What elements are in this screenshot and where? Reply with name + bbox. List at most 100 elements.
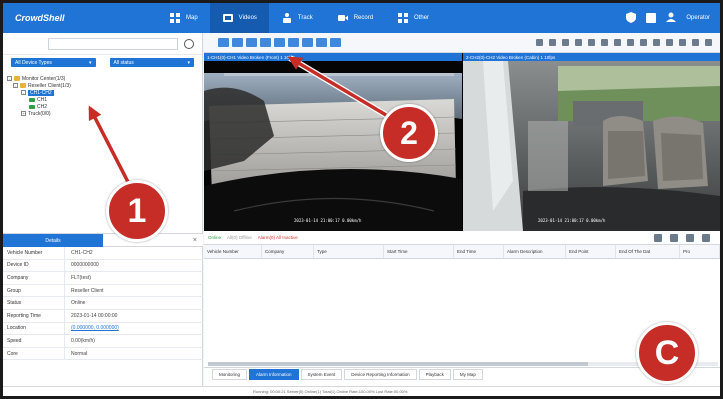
volume-icon[interactable] [562,39,569,46]
nav-item-other[interactable]: Other [385,3,441,33]
snapshot-icon[interactable] [575,39,582,46]
monitor-icon[interactable] [614,39,621,46]
detail-row: Reporting Time 2023-01-14 00:00:00 [3,309,203,323]
nav-label-other: Other [414,15,430,21]
filter-alarm[interactable]: Alarm(0) All Inactive [258,235,298,240]
tree-node-label: Monitor Center(1/3) [22,75,66,82]
nav-item-track[interactable]: Track [269,3,325,33]
layout-13-icon[interactable] [302,38,313,47]
tree-node-vehicle[interactable]: - CH1-CH2 [7,89,202,96]
column-header[interactable]: Company [262,245,314,258]
nav-item-record[interactable]: Record [325,3,385,33]
search-icon[interactable] [184,38,194,49]
column-header[interactable]: Vehicle Number [204,245,262,258]
tree-node-reseller-client[interactable]: - Reseller Client(1/3) [7,82,202,89]
detail-key: Status [3,297,65,309]
play-icon[interactable] [536,39,543,46]
layout-custom-icon[interactable] [330,38,341,47]
scrollbar-thumb[interactable] [208,362,588,366]
status-dropdown-label: All status [113,59,134,66]
device-type-dropdown[interactable]: All Device Types ▾ [11,58,96,67]
layout-16-icon[interactable] [316,38,327,47]
tab-monitoring[interactable]: Monitoring [212,369,248,380]
refresh-icon[interactable] [640,39,647,46]
device-panel: All Device Types ▾ All status ▾ - Monito… [3,33,203,396]
minimize-icon[interactable] [702,233,710,242]
tab-device-reporting[interactable]: Device Reporting Information [344,369,417,380]
nav-item-map[interactable]: Map [157,3,210,33]
tree-node-label: Reseller Client(1/3) [28,82,71,89]
video-pane-title: 1-CH1(0)-CH1 Video Broken (Front) 1 10fp… [204,53,462,61]
column-header[interactable]: Pro [680,245,720,258]
tree-node-channel-2[interactable]: CH2 [7,103,202,110]
export-icon[interactable] [654,233,662,242]
video-pane-front[interactable]: 1-CH1(0)-CH1 Video Broken (Front) 1 10fp… [204,53,462,231]
list-icon[interactable] [679,39,686,46]
detail-key: Group [3,284,65,297]
fullscreen-icon[interactable] [705,39,712,46]
tab-alarm-information[interactable]: Alarm Information [249,369,299,380]
filter-online[interactable]: Online [208,235,221,240]
details-table: Vehicle Number CH1-CH2 Device ID 000000000… [3,247,203,361]
video-timestamp: 2023-01-14 21:00:17 0.00km/h [294,218,362,223]
maximize-icon[interactable] [686,233,694,242]
tree-node-label: CH2 [37,103,48,110]
star-icon[interactable] [692,39,699,46]
alarm-table-body [204,259,720,367]
talk-icon[interactable] [601,39,608,46]
detail-row: Vehicle Number CH1-CH2 [3,247,203,260]
layout-10-icon[interactable] [288,38,299,47]
horizontal-scrollbar[interactable] [208,362,718,366]
nav-item-videos[interactable]: Videos [209,3,269,33]
collapse-icon[interactable]: - [7,76,12,81]
tree-node-channel-1[interactable]: CH1 [7,96,202,103]
record-icon[interactable] [588,39,595,46]
status-dropdown[interactable]: All status ▾ [109,58,194,67]
layout-1-icon[interactable] [218,38,229,47]
stop-icon[interactable] [549,39,556,46]
layout-8-icon[interactable] [260,38,271,47]
collapse-icon[interactable]: - [21,90,26,95]
search-input[interactable] [48,37,178,50]
clear-icon[interactable] [666,39,673,46]
detail-row: Company FLT(test) [3,272,203,285]
settings-icon[interactable] [627,39,634,46]
column-header[interactable]: End Of The Dat [616,245,680,258]
close-all-icon[interactable] [653,39,660,46]
column-header[interactable]: Alarm Description [504,245,566,258]
message-icon[interactable] [646,13,657,23]
layout-4-icon[interactable] [232,38,243,47]
tree-node-monitor-center[interactable]: - Monitor Center(1/3) [7,75,202,82]
grid-icon [397,12,409,24]
tab-details[interactable]: Details [3,234,103,247]
layout-9-icon[interactable] [274,38,285,47]
filter-all[interactable]: All(0) Offline [227,235,252,240]
detail-row: Core Normal [3,347,203,361]
detail-key: Vehicle Number [3,247,65,259]
details-header: Details × [3,233,203,247]
close-icon[interactable]: × [193,237,197,244]
top-right-tools: Operator [626,3,710,33]
tree-node-truck[interactable]: + Truck(0/0) [7,110,202,117]
column-header[interactable]: Type [314,245,384,258]
tree-node-label: Truck(0/0) [28,110,51,117]
column-header[interactable]: Start Time [384,245,454,258]
map-icon [169,12,181,24]
columns-icon[interactable] [670,233,678,242]
video-icon [222,12,234,24]
tab-my-map[interactable]: My Map [452,369,483,380]
tab-system-event[interactable]: System Event [300,369,343,380]
column-header[interactable]: End Time [454,245,504,258]
shield-icon[interactable] [626,11,637,25]
video-pane-cabin[interactable]: 2-CH2(0)-CH2 Video Broken (Cabin) 1 10fp… [463,53,720,231]
alarm-table-header: Vehicle Number Company Type Start Time E… [204,245,720,259]
tree-node-label: CH1-CH2 [28,89,54,96]
nav-label-videos: Videos [238,15,257,21]
expand-icon[interactable]: + [21,111,26,116]
layout-6-icon[interactable] [246,38,257,47]
user-menu[interactable]: Operator [686,15,710,21]
location-link[interactable]: (0.000000, 0.000000) [65,325,119,331]
collapse-icon[interactable]: - [13,83,18,88]
column-header[interactable]: End Point [566,245,616,258]
tab-playback[interactable]: Playback [418,369,451,380]
